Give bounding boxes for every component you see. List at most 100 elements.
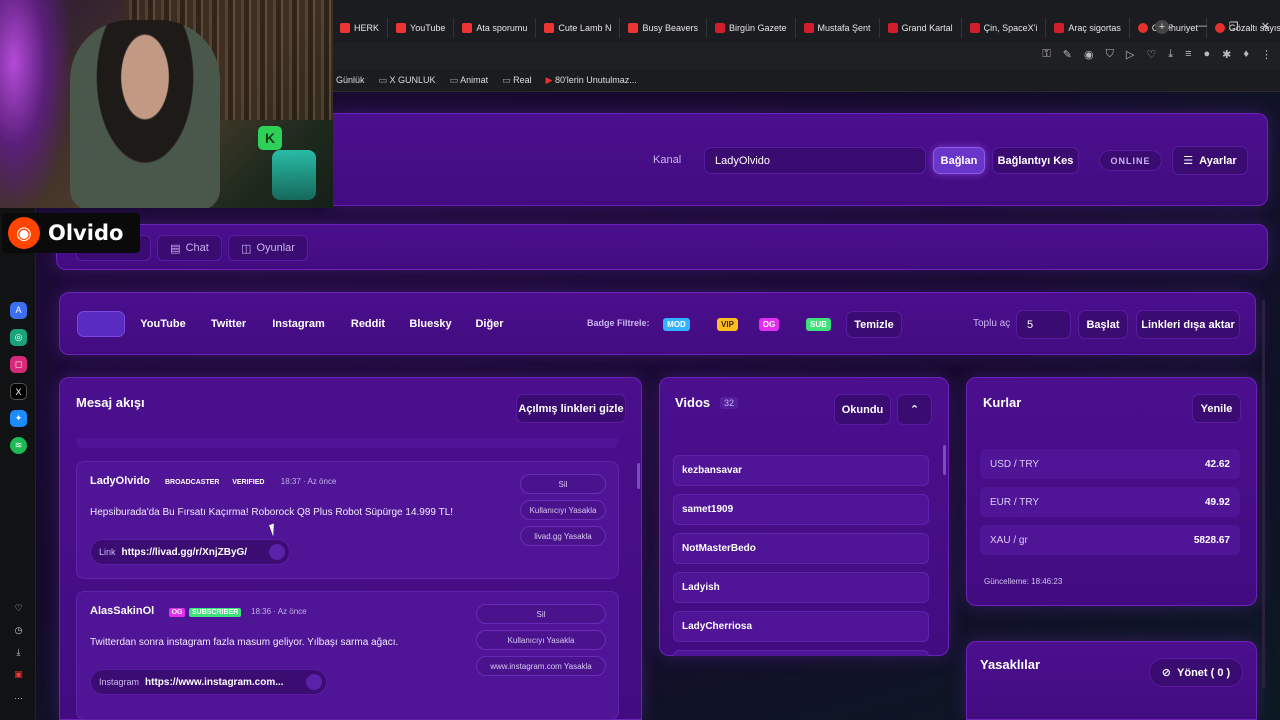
- badge-filter-og[interactable]: OG: [755, 311, 783, 337]
- open-link-icon[interactable]: [306, 674, 322, 690]
- disconnect-button[interactable]: Bağlantıyı Kes: [992, 147, 1079, 174]
- clear-button[interactable]: Temizle: [846, 311, 902, 338]
- bookmark-item[interactable]: Günlük: [336, 75, 365, 86]
- bluesky-icon[interactable]: ✦: [10, 410, 27, 427]
- channel-input[interactable]: LadyOlvido: [704, 147, 926, 174]
- refresh-button[interactable]: Yenile: [1192, 394, 1241, 423]
- video-list-item[interactable]: NotMasterBedo: [673, 533, 929, 564]
- browser-tab[interactable]: Ata sporumu: [454, 18, 537, 38]
- browser-tab[interactable]: YouTube: [388, 18, 455, 38]
- heart-icon[interactable]: ♡: [10, 600, 27, 617]
- history-icon[interactable]: ◷: [10, 622, 27, 639]
- bookmark-item[interactable]: 80'lerin Unutulmaz...: [546, 75, 637, 86]
- export-links-button[interactable]: Linkleri dışa aktar: [1136, 310, 1240, 339]
- browser-tab[interactable]: Çin, SpaceX'i: [962, 18, 1047, 38]
- download-icon[interactable]: ⤓: [1168, 48, 1173, 61]
- video-list-item[interactable]: LadyCherriosa: [673, 611, 929, 642]
- menu-icon[interactable]: ≡: [1185, 48, 1191, 61]
- feed-scrollbar[interactable]: [637, 463, 640, 489]
- message-username[interactable]: AlasSakinOl: [90, 605, 154, 617]
- tab-games[interactable]: ◫ Oyunlar: [228, 235, 308, 261]
- video-list-item-partial[interactable]: [673, 650, 929, 656]
- app-icon[interactable]: A: [10, 302, 27, 319]
- message-link[interactable]: Link https://livad.gg/r/XnjZByG/: [90, 539, 290, 565]
- bookmark-list: Günlük X GUNLUK Animat Real 80'lerin Unutulm…: [336, 75, 637, 86]
- manage-bans-button[interactable]: ⊘ Yönet ( 0 ): [1149, 658, 1243, 687]
- ban-domain-button[interactable]: livad.gg Yasakla: [520, 526, 606, 546]
- camera-icon[interactable]: ◉: [1084, 48, 1094, 61]
- platform-filter-all[interactable]: [77, 311, 125, 337]
- profile-icon[interactable]: ●: [1204, 48, 1211, 61]
- bookmark-item[interactable]: Real: [502, 75, 532, 86]
- platform-filter-instagram[interactable]: Instagram: [265, 311, 332, 337]
- message-time: 18:37 · Az önce: [280, 477, 337, 486]
- badge-filter-sub[interactable]: SUB: [801, 311, 836, 337]
- open-link-icon[interactable]: [269, 544, 285, 560]
- x-icon[interactable]: X: [10, 383, 27, 400]
- settings-button[interactable]: ☰ Ayarlar: [1172, 146, 1248, 175]
- video-list-item[interactable]: Ladyish: [673, 572, 929, 603]
- platform-filter-twitter[interactable]: Twitter: [203, 311, 254, 337]
- instagram-icon[interactable]: ◻: [10, 356, 27, 373]
- message-username[interactable]: LadyOlvido: [90, 475, 150, 487]
- hide-opened-links-button[interactable]: Açılmış linkleri gizle: [516, 394, 626, 423]
- browser-tab[interactable]: Birgün Gazete: [707, 18, 796, 38]
- more-icon[interactable]: ⋮: [1261, 48, 1272, 61]
- tab-chat[interactable]: ▤ Chat: [157, 235, 222, 261]
- browser-tab[interactable]: Cute Lamb N: [536, 18, 621, 38]
- streamer-name: Olvido: [48, 221, 124, 245]
- more-icon[interactable]: …: [10, 688, 27, 705]
- bookmark-item[interactable]: Animat: [450, 75, 488, 86]
- page-scrollbar[interactable]: [1262, 300, 1265, 688]
- tab-label: YouTube: [410, 23, 446, 33]
- chat-icon: ▤: [170, 242, 181, 255]
- platform-filter-diğer[interactable]: Diğer: [466, 311, 513, 337]
- browser-tab[interactable]: HERK: [332, 18, 389, 38]
- badge-filter-vip[interactable]: VIP: [710, 311, 745, 337]
- shield-icon[interactable]: ⛉: [1106, 48, 1114, 61]
- spotify-icon[interactable]: ≋: [10, 437, 27, 454]
- rate-row: USD / TRY 42.62: [980, 449, 1240, 479]
- tab-favicon-icon: [1054, 23, 1065, 33]
- search-tabs-icon[interactable]: ⌕: [1168, 20, 1174, 33]
- key-icon[interactable]: ⚿: [1042, 48, 1050, 61]
- delete-message-button[interactable]: Sil: [476, 604, 606, 624]
- extension-icon[interactable]: ✱: [1222, 48, 1231, 61]
- toolbar-icons: ⚿ ✎ ◉ ⛉ ▷ ♡ ⤓ ≡ ● ✱ ♦ ⋮: [1042, 48, 1272, 61]
- message-link[interactable]: Instagram https://www.instagram.com...: [90, 669, 327, 695]
- connect-button[interactable]: Bağlan: [933, 147, 985, 174]
- kick-logo-icon: K: [258, 126, 282, 150]
- minimize-icon[interactable]: —: [1196, 20, 1207, 33]
- browser-tab[interactable]: Busy Beavers: [620, 18, 707, 38]
- download-icon[interactable]: ⤓: [10, 644, 27, 661]
- restore-icon[interactable]: ❐: [1229, 20, 1239, 33]
- ban-user-button[interactable]: Kullanıcıyı Yasakla: [520, 500, 606, 520]
- rate-pair: XAU / gr: [990, 534, 1028, 546]
- heart-icon[interactable]: ♡: [1146, 48, 1156, 61]
- brave-icon[interactable]: ♦: [1243, 48, 1249, 61]
- chatgpt-icon[interactable]: ◎: [10, 329, 27, 346]
- bulk-open-input[interactable]: 5: [1016, 310, 1071, 339]
- play-icon[interactable]: ▷: [1126, 48, 1134, 61]
- gamepad-icon: ◫: [241, 242, 252, 255]
- badge-filter-mod[interactable]: MOD: [659, 311, 694, 337]
- ban-domain-button[interactable]: www.instagram.com Yasakla: [476, 656, 606, 676]
- browser-tab[interactable]: Grand Kartal: [880, 18, 962, 38]
- platform-filter-reddit[interactable]: Reddit: [341, 311, 395, 337]
- delete-message-button[interactable]: Sil: [520, 474, 606, 494]
- browser-tab[interactable]: Araç sigortas: [1046, 18, 1130, 38]
- platform-filter-youtube[interactable]: YouTube: [134, 311, 192, 337]
- close-icon[interactable]: ✕: [1261, 20, 1270, 33]
- youtube-icon[interactable]: ▣: [10, 666, 27, 683]
- bookmark-item[interactable]: X GUNLUK: [379, 75, 436, 86]
- tab-label: Busy Beavers: [642, 23, 698, 33]
- video-list-item[interactable]: samet1909: [673, 494, 929, 525]
- video-list-item[interactable]: kezbansavar: [673, 455, 929, 486]
- tab-label: Ata sporumu: [476, 23, 528, 33]
- ban-user-button[interactable]: Kullanıcıyı Yasakla: [476, 630, 606, 650]
- start-button[interactable]: Başlat: [1078, 310, 1128, 339]
- platform-filter-bluesky[interactable]: Bluesky: [403, 311, 458, 337]
- edit-icon[interactable]: ✎: [1063, 48, 1072, 61]
- browser-tab[interactable]: Mustafa Şent: [796, 18, 880, 38]
- tab-favicon-icon: [340, 23, 350, 33]
